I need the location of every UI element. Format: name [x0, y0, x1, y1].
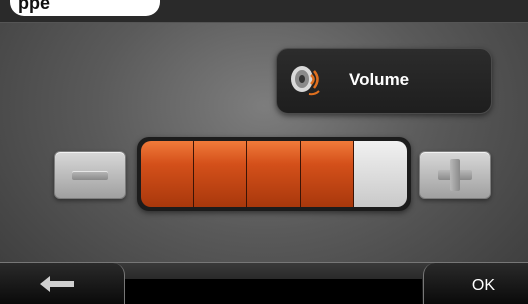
volume-segment-filled[interactable] [300, 141, 354, 207]
minus-icon [72, 171, 108, 180]
volume-segment-filled[interactable] [194, 141, 248, 207]
volume-level-bar[interactable] [137, 137, 411, 211]
speaker-icon [291, 66, 320, 96]
volume-up-button[interactable] [419, 151, 491, 199]
ok-button[interactable]: OK [423, 263, 528, 304]
volume-segment-filled[interactable] [247, 141, 301, 207]
back-button[interactable] [0, 263, 125, 304]
top-bar: ppe [0, 0, 528, 23]
volume-segment-empty[interactable] [353, 141, 407, 207]
bottom-bar: OK [0, 262, 528, 304]
volume-down-button[interactable] [54, 151, 126, 199]
header-title: ppe [10, 0, 160, 16]
volume-panel: Volume [276, 48, 492, 114]
back-arrow-icon [40, 276, 74, 292]
volume-screen: ppe Volume OK [0, 0, 528, 304]
volume-label: Volume [349, 70, 410, 89]
volume-segment-filled[interactable] [141, 141, 195, 207]
ok-label: OK [471, 277, 495, 294]
bottom-center-strip [125, 279, 422, 304]
